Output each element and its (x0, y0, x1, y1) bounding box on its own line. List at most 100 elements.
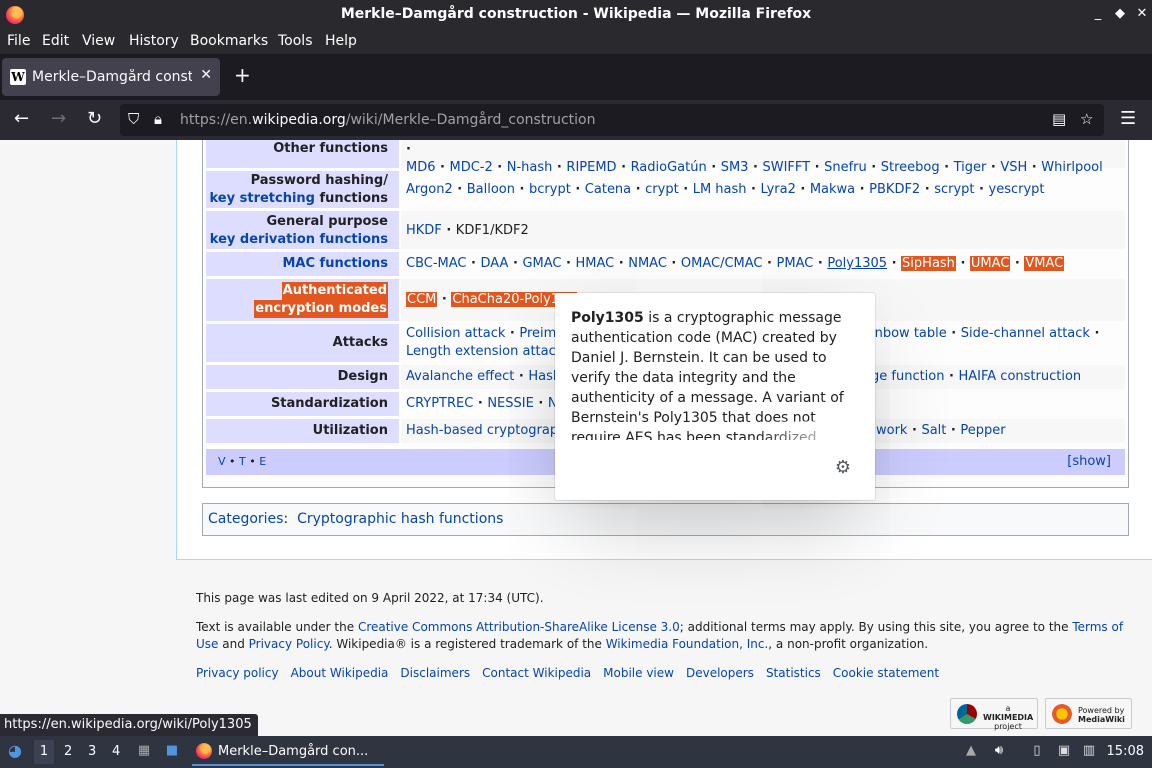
link-sponge-function[interactable]: ge function (871, 369, 945, 384)
link-pbkdf2[interactable]: PBKDF2 (869, 182, 920, 197)
workspace-1[interactable]: 1 (34, 740, 54, 764)
link-makwa[interactable]: Makwa (810, 182, 855, 197)
license-link[interactable]: Creative Commons Attribution-ShareAlike … (358, 620, 680, 634)
menu-view[interactable]: View (82, 33, 115, 49)
link-ccm[interactable]: CCM (406, 292, 438, 307)
bookmark-star-icon[interactable]: ☆ (1080, 110, 1093, 128)
footer-link-disclaimers[interactable]: Disclaimers (400, 666, 470, 680)
link-lm-hash[interactable]: LM hash (693, 182, 747, 197)
categories-link[interactable]: Categories (208, 511, 283, 527)
forward-icon[interactable]: → (51, 108, 66, 130)
link-catena[interactable]: Catena (585, 182, 631, 197)
privacy-link[interactable]: Privacy Policy (249, 637, 329, 651)
talk-template-link[interactable]: T (239, 455, 246, 468)
clipboard-icon[interactable]: ▯ (1028, 742, 1046, 760)
footer-link-developers[interactable]: Developers (686, 666, 754, 680)
workspace-2[interactable]: 2 (64, 744, 72, 759)
link-poly1305[interactable]: Poly1305 (827, 256, 887, 271)
link-yescrypt[interactable]: yescrypt (989, 182, 1045, 197)
workspace-3[interactable]: 3 (88, 744, 96, 759)
tab-close-icon[interactable]: ✕ (200, 67, 212, 83)
footer-link-privacy-policy[interactable]: Privacy policy (196, 666, 279, 680)
taskbar-firefox-window[interactable]: Merkle–Damgård con... (192, 738, 384, 766)
link-salt[interactable]: Salt (921, 423, 946, 438)
file-manager-icon[interactable]: ▦ (135, 742, 153, 760)
link-scrypt[interactable]: scrypt (934, 182, 974, 197)
kdf-link[interactable]: key derivation functions (210, 231, 388, 249)
menu-edit[interactable]: Edit (42, 33, 69, 49)
foundation-link[interactable]: Wikimedia Foundation, Inc. (606, 637, 769, 651)
wikimedia-project-badge[interactable]: a WIKIMEDIA project (950, 698, 1038, 731)
group-label-line2[interactable]: encryption modes (254, 300, 388, 318)
volume-icon[interactable]: 🔊︎ (990, 742, 1008, 760)
link-gmac[interactable]: GMAC (522, 256, 561, 271)
link-vmac[interactable]: VMAC (1024, 256, 1065, 271)
link-rainbow-table[interactable]: inbow table (871, 326, 947, 341)
shield-icon[interactable]: ⛉ (128, 110, 139, 128)
group-label-line1[interactable]: Authenticated (281, 282, 388, 300)
link-balloon[interactable]: Balloon (467, 182, 515, 197)
show-toggle[interactable]: [show] (1067, 454, 1111, 469)
lock-icon[interactable]: 🔒︎ (154, 110, 162, 128)
view-template-link[interactable]: V (218, 455, 226, 468)
workspace-4[interactable]: 4 (112, 744, 120, 759)
footer-link-statistics[interactable]: Statistics (766, 666, 821, 680)
link-pepper[interactable]: Pepper (960, 423, 1005, 438)
menu-file[interactable]: File (7, 33, 30, 49)
link-omac-cmac[interactable]: OMAC/CMAC (681, 256, 763, 271)
link-umac[interactable]: UMAC (969, 256, 1011, 271)
edit-template-link[interactable]: E (259, 455, 266, 468)
link-collision-attack[interactable]: Collision attack (406, 326, 505, 341)
link-cryptrec[interactable]: CRYPTREC (406, 396, 473, 411)
link-lyra2[interactable]: Lyra2 (761, 182, 796, 197)
minimize-icon[interactable]: _ (1088, 4, 1108, 24)
link-hash-based-cryptography[interactable]: Hash-based cryptograph (406, 423, 566, 438)
hamburger-menu-icon[interactable]: ☰ (1120, 108, 1136, 130)
address-bar[interactable]: ⛉ 🔒︎ https://en.wikipedia.org/wiki/Merkl… (120, 104, 1104, 136)
url-text[interactable]: https://en.wikipedia.org/wiki/Merkle–Dam… (180, 112, 596, 128)
footer-link-cookie-statement[interactable]: Cookie statement (833, 666, 939, 680)
notification-icon[interactable]: ▲ (962, 742, 980, 760)
link-bcrypt[interactable]: bcrypt (529, 182, 571, 197)
link-hmac[interactable]: HMAC (575, 256, 614, 271)
link-avalanche-effect[interactable]: Avalanche effect (406, 369, 514, 384)
new-tab-icon[interactable]: + (234, 65, 251, 85)
reload-icon[interactable]: ↻ (87, 108, 102, 130)
footer-link-contact-wikipedia[interactable]: Contact Wikipedia (482, 666, 591, 680)
link-hkdf[interactable]: HKDF (406, 223, 442, 238)
start-menu-icon[interactable]: ◕ (6, 742, 24, 760)
tab-merkle[interactable]: W Merkle–Damgård construction ✕ (2, 58, 220, 96)
page-preview-popup[interactable]: Poly1305 is a cryptographic message auth… (555, 293, 875, 500)
title-bar: Merkle–Damgård construction - Wikipedia … (0, 0, 1152, 30)
category-cryptographic-hash-functions[interactable]: Cryptographic hash functions (297, 511, 503, 527)
link-cbc-mac[interactable]: CBC-MAC (406, 256, 467, 271)
gear-icon[interactable]: ⚙ (835, 457, 851, 478)
network-icon[interactable]: ▥ (1080, 742, 1098, 760)
link-crypt[interactable]: crypt (645, 182, 679, 197)
display-icon[interactable]: ▣ (1055, 742, 1073, 760)
menu-tools[interactable]: Tools (278, 33, 313, 49)
link-daa[interactable]: DAA (481, 256, 509, 271)
link-nessie[interactable]: NESSIE (487, 396, 534, 411)
menu-help[interactable]: Help (325, 33, 357, 49)
footer-link-about-wikipedia[interactable]: About Wikipedia (291, 666, 389, 680)
link-argon2[interactable]: Argon2 (406, 182, 453, 197)
link-length-extension-attack[interactable]: Length extension attack (406, 344, 563, 359)
maximize-icon[interactable]: ◆ (1110, 4, 1130, 24)
link-proof-of-work[interactable]: work (876, 423, 907, 438)
link-pmac[interactable]: PMAC (777, 256, 814, 271)
link-side-channel-attack[interactable]: Side-channel attack (961, 326, 1090, 341)
link-siphash[interactable]: SipHash (901, 256, 956, 271)
link-nmac[interactable]: NMAC (628, 256, 667, 271)
reader-view-icon[interactable]: ▤ (1052, 110, 1066, 128)
back-icon[interactable]: ← (14, 108, 29, 130)
powered-by-mediawiki-badge[interactable]: Powered by MediaWiki (1045, 698, 1132, 729)
menu-history[interactable]: History (129, 33, 179, 49)
link-haifa-construction[interactable]: HAIFA construction (959, 369, 1082, 384)
menu-bookmarks[interactable]: Bookmarks (190, 33, 268, 49)
key-stretching-link[interactable]: key stretching (210, 191, 316, 206)
footer-link-mobile-view[interactable]: Mobile view (603, 666, 674, 680)
desktop-icon[interactable]: ■ (163, 742, 181, 760)
mac-functions-link[interactable]: MAC functions (282, 255, 388, 273)
close-icon[interactable]: ✕ (1132, 4, 1152, 24)
